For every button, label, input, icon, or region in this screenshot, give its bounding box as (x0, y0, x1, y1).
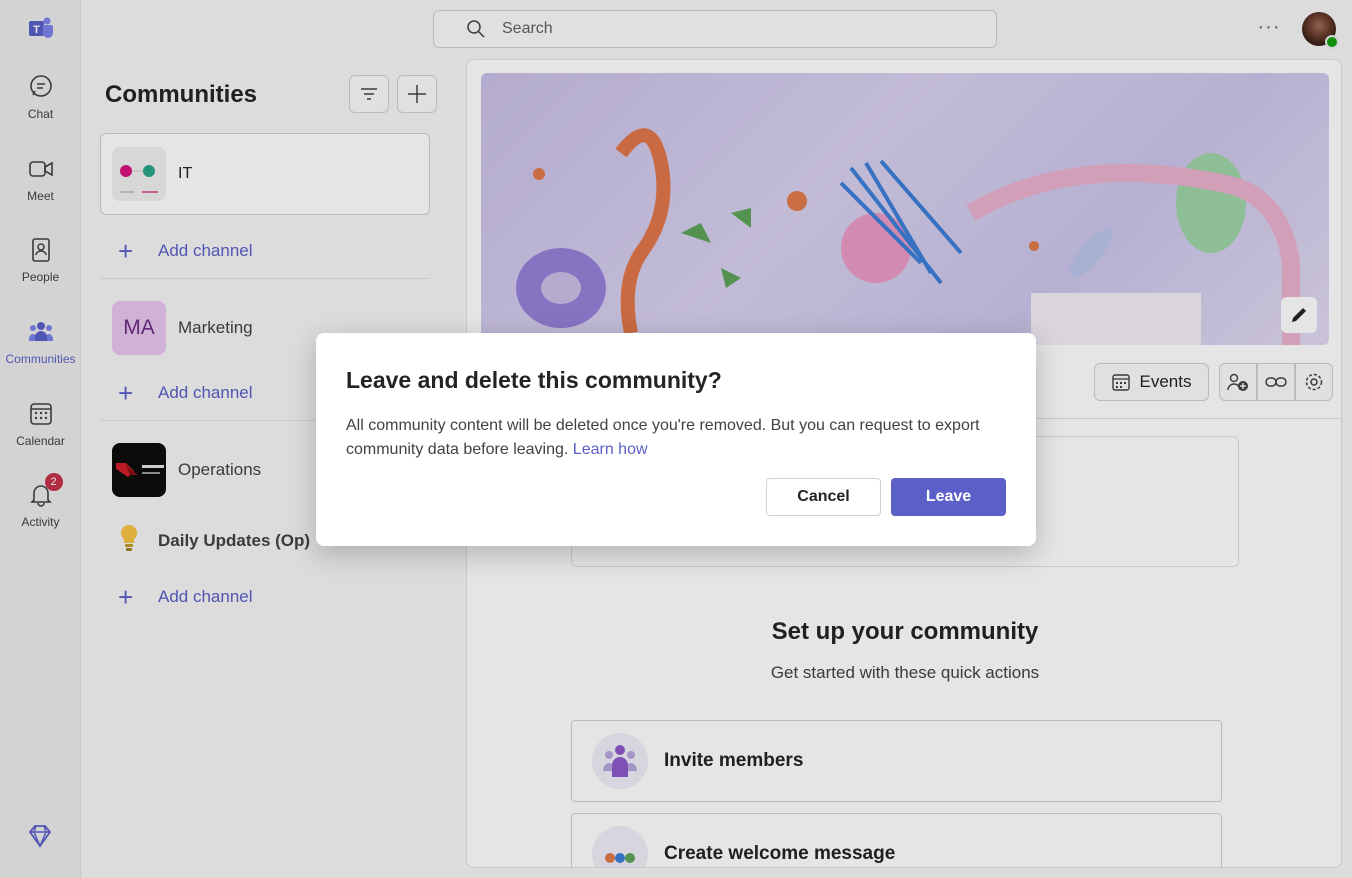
dialog-body: All community content will be deleted on… (346, 414, 1006, 462)
cancel-button[interactable]: Cancel (766, 478, 881, 516)
learn-how-link[interactable]: Learn how (573, 441, 648, 458)
leave-button[interactable]: Leave (891, 478, 1006, 516)
dialog-message: All community content will be deleted on… (346, 417, 980, 458)
leave-community-dialog: Leave and delete this community? All com… (316, 333, 1036, 546)
dialog-title: Leave and delete this community? (346, 367, 722, 393)
